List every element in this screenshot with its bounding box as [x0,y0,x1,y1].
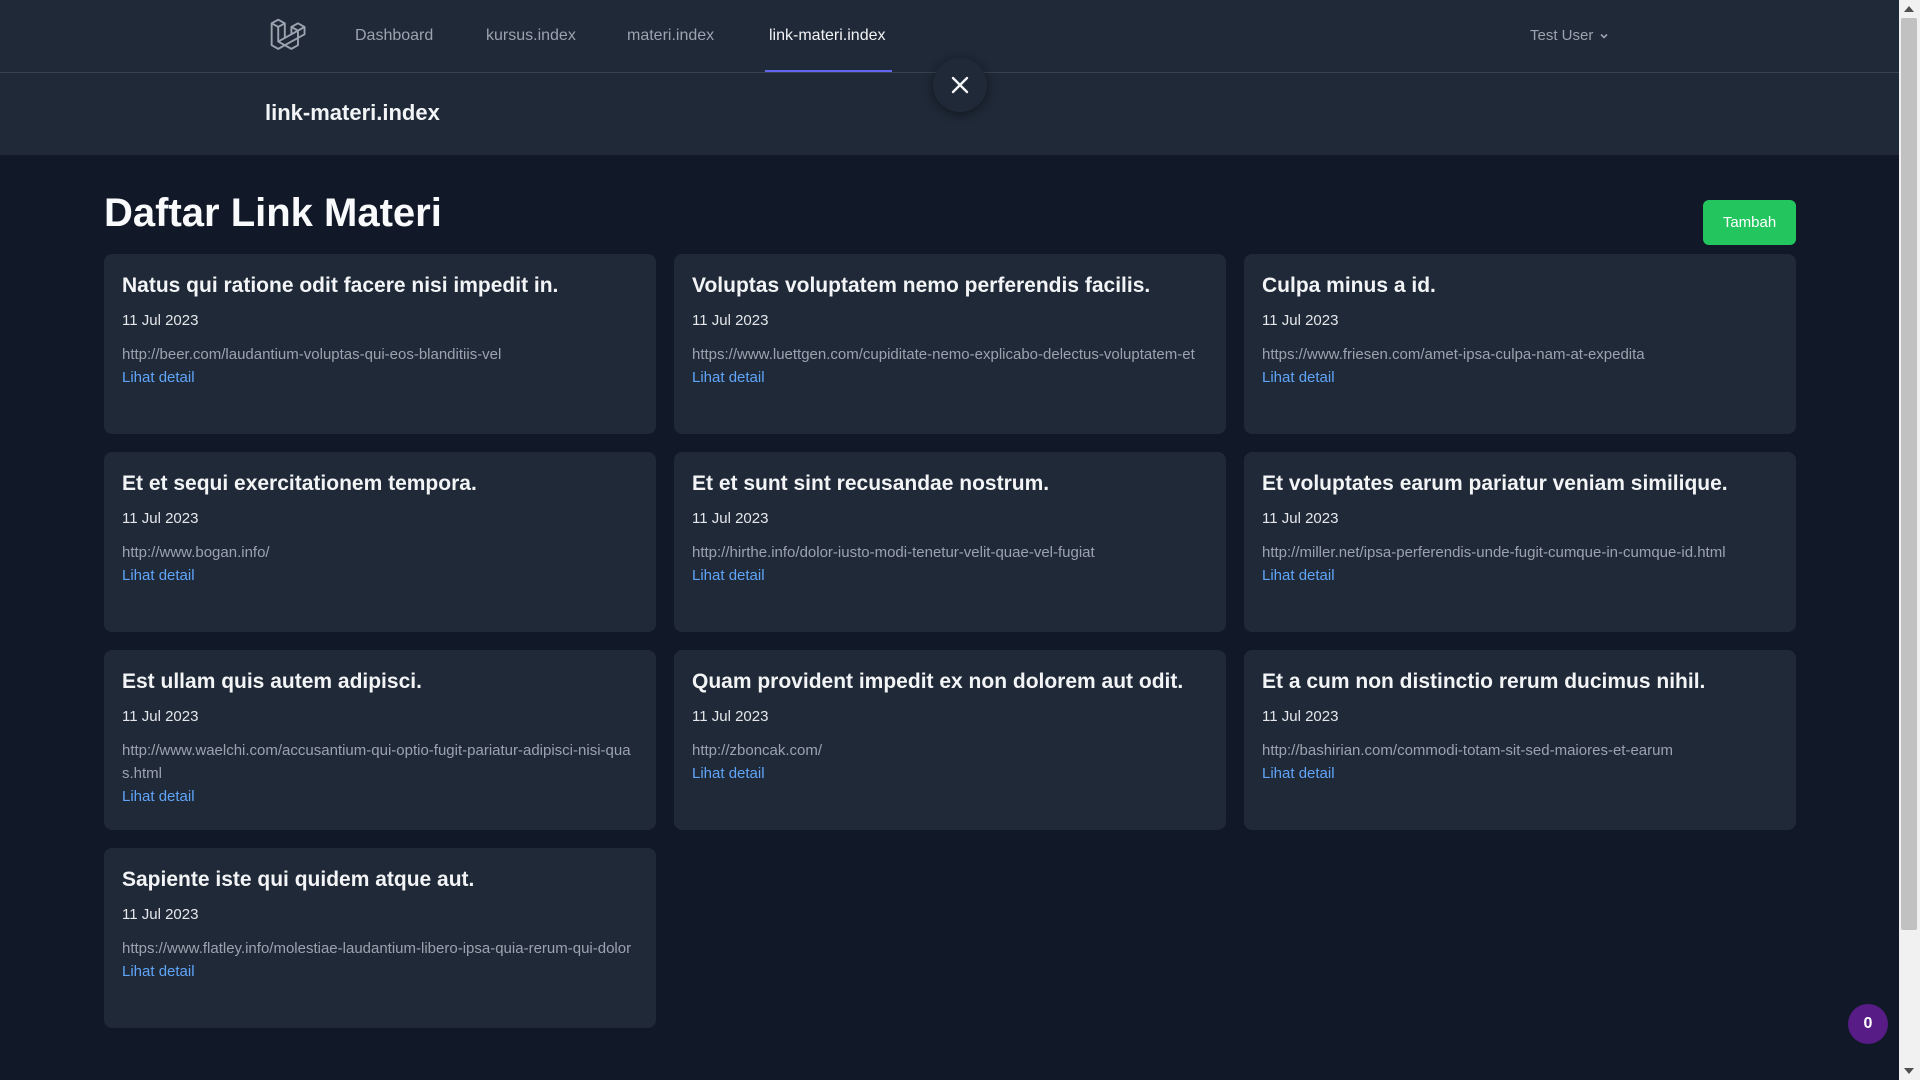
view-detail-link[interactable]: Lihat detail [1262,566,1335,586]
card-title: Et a cum non distinctio rerum ducimus ni… [1262,670,1706,693]
card-title: Quam provident impedit ex non dolorem au… [692,670,1184,693]
card-url: http://bashirian.com/commodi-totam-sit-s… [1262,742,1673,759]
link-card: Et voluptates earum pariatur veniam simi… [1244,452,1796,632]
link-card: Sapiente iste qui quidem atque aut. 11 J… [104,848,656,1028]
nav-link-materi-index[interactable]: materi.index [627,0,714,72]
card-url: https://www.friesen.com/amet-ipsa-culpa-… [1262,346,1645,363]
nav-link-link-materi-index[interactable]: link-materi.index [769,0,885,72]
close-button[interactable] [933,58,987,112]
user-name: Test User [1530,27,1594,44]
card-title: Sapiente iste qui quidem atque aut. [122,868,475,891]
link-card: Voluptas voluptatem nemo perferendis fac… [674,254,1226,434]
view-detail-link[interactable]: Lihat detail [692,368,765,388]
card-url: http://www.bogan.info/ [122,544,270,561]
link-card: Est ullam quis autem adipisci. 11 Jul 20… [104,650,656,830]
view-detail-link[interactable]: Lihat detail [122,368,195,388]
card-url: http://beer.com/laudantium-voluptas-qui-… [122,346,502,363]
view-detail-link[interactable]: Lihat detail [122,787,195,807]
view-detail-link[interactable]: Lihat detail [692,764,765,784]
link-card: Et a cum non distinctio rerum ducimus ni… [1244,650,1796,830]
card-date: 11 Jul 2023 [692,312,769,329]
link-card: Quam provident impedit ex non dolorem au… [674,650,1226,830]
notification-badge[interactable]: 0 [1848,1004,1888,1044]
card-url: http://hirthe.info/dolor-iusto-modi-tene… [692,544,1095,561]
card-title: Et et sequi exercitationem tempora. [122,472,477,495]
card-title: Et voluptates earum pariatur veniam simi… [1262,472,1728,495]
card-title: Voluptas voluptatem nemo perferendis fac… [692,274,1151,297]
card-date: 11 Jul 2023 [1262,312,1339,329]
card-date: 11 Jul 2023 [122,906,199,923]
view-detail-link[interactable]: Lihat detail [1262,764,1335,784]
active-tab-indicator [765,70,892,72]
card-title: Et et sunt sint recusandae nostrum. [692,472,1050,495]
link-card: Et et sunt sint recusandae nostrum. 11 J… [674,452,1226,632]
link-materi-grid: Natus qui ratione odit facere nisi imped… [104,254,1796,1028]
scroll-up-arrow-icon[interactable] [1904,6,1914,12]
card-date: 11 Jul 2023 [122,510,199,527]
card-url: https://www.flatley.info/molestiae-lauda… [122,940,632,957]
view-detail-link[interactable]: Lihat detail [692,566,765,586]
laravel-logo-icon[interactable] [268,16,306,54]
view-detail-link[interactable]: Lihat detail [122,962,195,982]
page-title: Daftar Link Materi [104,191,442,235]
card-url: http://zboncak.com/ [692,742,823,759]
nav-link-dashboard[interactable]: Dashboard [355,0,433,72]
card-date: 11 Jul 2023 [1262,708,1339,725]
card-date: 11 Jul 2023 [692,510,769,527]
card-url: http://miller.net/ipsa-perferendis-unde-… [1262,544,1726,561]
link-card: Natus qui ratione odit facere nisi imped… [104,254,656,434]
page-header-title: link-materi.index [265,100,440,125]
card-title: Est ullam quis autem adipisci. [122,670,422,693]
card-url: https://www.luettgen.com/cupiditate-nemo… [692,346,1195,363]
chevron-down-icon [1600,33,1608,39]
scroll-down-arrow-icon[interactable] [1904,1068,1914,1074]
card-date: 11 Jul 2023 [692,708,769,725]
card-date: 11 Jul 2023 [122,708,199,725]
card-date: 11 Jul 2023 [122,312,199,329]
view-detail-link[interactable]: Lihat detail [1262,368,1335,388]
close-icon [951,76,969,94]
vertical-scrollbar[interactable] [1899,0,1920,1080]
scrollbar-thumb[interactable] [1901,18,1917,930]
link-card: Culpa minus a id. 11 Jul 2023 https://ww… [1244,254,1796,434]
card-url: http://www.waelchi.com/accusantium-qui-o… [122,742,631,782]
card-date: 11 Jul 2023 [1262,510,1339,527]
card-title: Culpa minus a id. [1262,274,1436,297]
user-menu-dropdown[interactable]: Test User [1530,0,1609,72]
link-card: Et et sequi exercitationem tempora. 11 J… [104,452,656,632]
view-detail-link[interactable]: Lihat detail [122,566,195,586]
add-button[interactable]: Tambah [1703,200,1796,245]
card-title: Natus qui ratione odit facere nisi imped… [122,274,559,297]
nav-link-kursus-index[interactable]: kursus.index [486,0,576,72]
